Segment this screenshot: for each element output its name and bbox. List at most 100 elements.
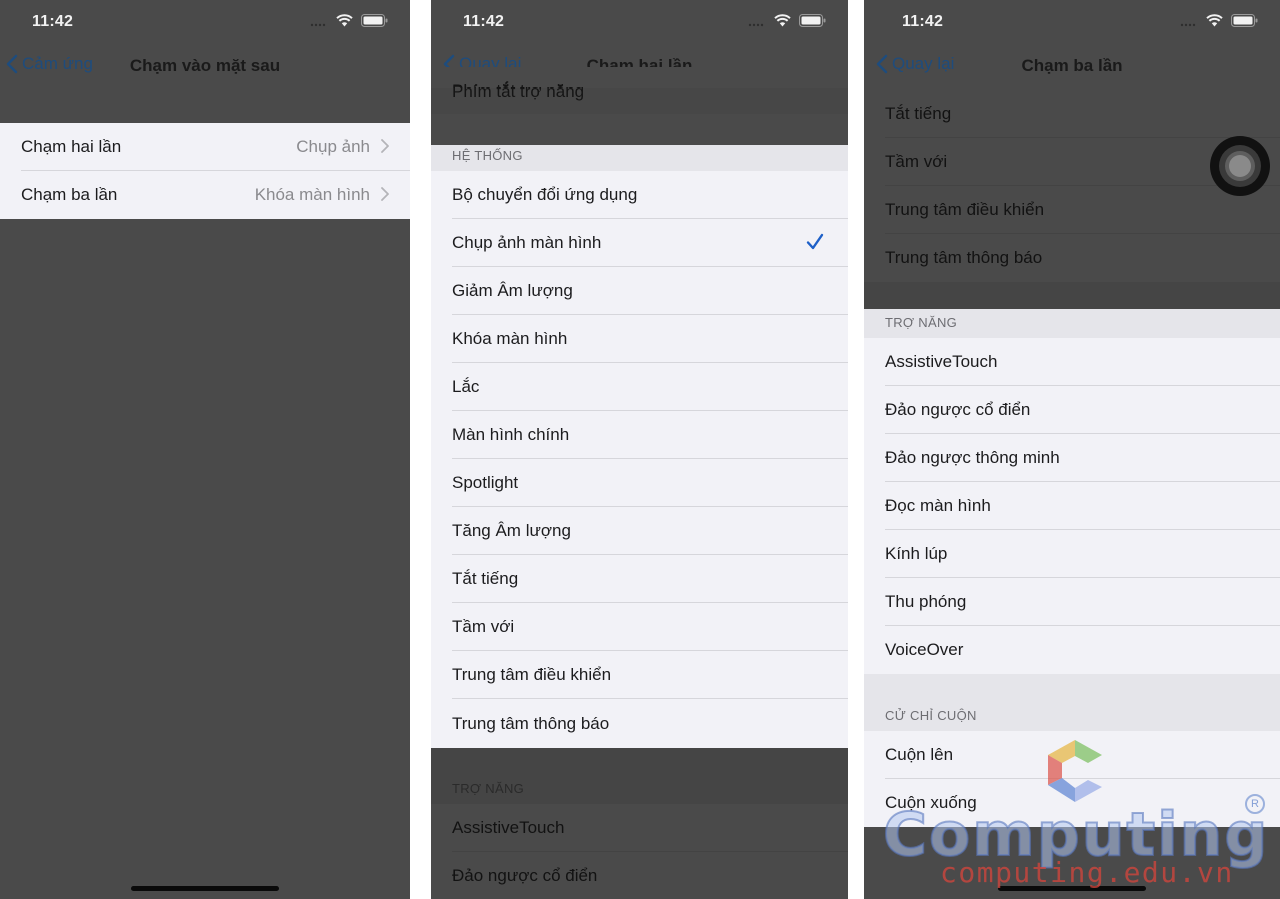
partial-row-band: Phím tắt trợ năng [431, 82, 848, 114]
section-header-scroll-gestures: CỬ CHỈ CUỘN [864, 674, 1280, 731]
list-item[interactable]: Bộ chuyển đổi ứng dụng [431, 171, 848, 219]
nav-bar: Cảm ứng Chạm vào mặt sau [0, 44, 410, 88]
row-label: Màn hình chính [452, 425, 570, 444]
list-item[interactable]: Trung tâm thông báo [431, 699, 848, 748]
list-item[interactable]: Đảo ngược cổ điển [864, 386, 1280, 434]
row-label: Kính lúp [885, 544, 948, 563]
row-label: Spotlight [452, 473, 519, 492]
section-header-accessibility: TRỢ NĂNG [431, 748, 848, 804]
list-item[interactable]: Đảo ngược thông minh [864, 434, 1280, 482]
row-label: Trung tâm điều khiển [885, 200, 1045, 219]
chevron-right-icon [381, 187, 389, 201]
list-item[interactable]: AssistiveTouch [431, 804, 848, 852]
chevron-right-icon [381, 139, 389, 153]
screen-back-tap: 11:42 Cảm ứng Chạm vào mặt sau Chạm hai … [0, 0, 410, 899]
list-item[interactable]: Đọc màn hình [864, 482, 1280, 530]
row-label: AssistiveTouch [885, 352, 998, 371]
nav-bar: Quay lại Chạm ba lần [864, 44, 1280, 88]
watermark-url: computing.edu.vn [940, 856, 1234, 889]
row-label: Tắt tiếng [452, 569, 519, 588]
row-label: Lắc [452, 377, 480, 396]
list-item[interactable]: AssistiveTouch [864, 338, 1280, 386]
row-label: Khóa màn hình [452, 329, 568, 348]
section-header-label: HỆ THỐNG [452, 148, 523, 163]
wifi-icon [336, 14, 353, 27]
list-item[interactable]: VoiceOver [864, 626, 1280, 674]
row-label: Cuộn lên [885, 745, 954, 764]
computing-logo-icon [1048, 740, 1102, 802]
row-label: Trung tâm thông báo [885, 248, 1043, 267]
status-time: 11:42 [32, 13, 74, 30]
battery-icon [361, 14, 388, 27]
battery-icon [799, 14, 826, 27]
row-value: Chụp ảnh [296, 137, 370, 156]
wifi-icon [774, 14, 791, 27]
list-item[interactable]: Giảm Âm lượng [431, 267, 848, 315]
list-item[interactable]: Trung tâm điều khiển [431, 651, 848, 699]
battery-icon [1231, 14, 1258, 27]
screen-double-tap: 11:42 Quay lại Chạm hai lần Phím tắt trợ… [431, 0, 848, 899]
row-label: VoiceOver [885, 640, 964, 659]
row-label: Giảm Âm lượng [452, 281, 573, 300]
list-item-selected[interactable]: Chụp ảnh màn hình [431, 219, 848, 267]
status-icons [1180, 14, 1258, 27]
signal-icon [310, 23, 326, 26]
section-header-label: TRỢ NĂNG [885, 315, 958, 330]
list-item[interactable]: Tắt tiếng [864, 90, 1280, 138]
list-item[interactable]: Màn hình chính [431, 411, 848, 459]
row-label: AssistiveTouch [452, 818, 565, 837]
list-item[interactable]: Kính lúp [864, 530, 1280, 578]
signal-icon [1180, 23, 1196, 26]
registered-mark: R [1245, 794, 1265, 814]
list-item[interactable]: Khóa màn hình [431, 315, 848, 363]
status-bar: 11:42 [864, 0, 1280, 44]
row-double-tap[interactable]: Chạm hai lần Chụp ảnh [0, 123, 410, 171]
status-bar: 11:42 [431, 0, 848, 44]
row-label: Thu phóng [885, 592, 967, 611]
row-label: Trung tâm điều khiển [452, 665, 612, 684]
status-bar: 11:42 [0, 0, 410, 44]
row-triple-tap[interactable]: Chạm ba lần Khóa màn hình [0, 171, 410, 219]
section-header-label: TRỢ NĂNG [452, 781, 525, 796]
list-item[interactable]: Đảo ngược cổ điển [431, 852, 848, 899]
partial-row-label: Phím tắt trợ năng [452, 82, 585, 101]
page-title: Chạm vào mặt sau [129, 56, 281, 75]
list-item[interactable]: Spotlight [431, 459, 848, 507]
row-label: Chạm hai lần [21, 137, 122, 156]
assistive-touch-icon[interactable] [1210, 136, 1270, 196]
status-time: 11:42 [902, 13, 944, 30]
row-label: Trung tâm thông báo [452, 713, 610, 733]
section-header-accessibility: TRỢ NĂNG [864, 309, 1280, 338]
signal-icon [748, 23, 764, 26]
row-label: Đảo ngược cổ điển [452, 866, 598, 885]
checkmark-icon [806, 233, 824, 250]
wifi-icon [1206, 14, 1223, 27]
section-header-system: HỆ THỐNG [431, 145, 848, 171]
status-icons [748, 14, 826, 27]
list-item[interactable]: Thu phóng [864, 578, 1280, 626]
row-label: Chụp ảnh màn hình [452, 233, 602, 252]
home-indicator [131, 886, 279, 891]
row-label: Tầm với [885, 152, 948, 171]
status-icons [310, 14, 388, 27]
list-item[interactable]: Trung tâm điều khiển [864, 186, 1280, 234]
list-item[interactable]: Tắt tiếng [431, 555, 848, 603]
row-label: Đảo ngược thông minh [885, 448, 1060, 467]
row-label: Đọc màn hình [885, 496, 991, 515]
row-label: Tầm với [452, 617, 515, 636]
page-title: Chạm ba lần [1021, 56, 1123, 75]
list-item[interactable]: Lắc [431, 363, 848, 411]
section-gap [864, 282, 1280, 309]
section-header-label: CỬ CHỈ CUỘN [885, 708, 977, 723]
row-label: Tăng Âm lượng [452, 521, 571, 540]
assistive-touch-ring-inner [1229, 155, 1251, 177]
row-value: Khóa màn hình [254, 185, 370, 204]
row-label: Tắt tiếng [885, 104, 952, 123]
row-label: Chạm ba lần [21, 185, 118, 204]
row-label: Bộ chuyển đổi ứng dụng [452, 185, 638, 204]
list-item[interactable]: Trung tâm thông báo [864, 234, 1280, 282]
list-item[interactable]: Tăng Âm lượng [431, 507, 848, 555]
list-item[interactable]: Tầm với [431, 603, 848, 651]
row-label: Đảo ngược cổ điển [885, 400, 1031, 419]
status-time: 11:42 [463, 13, 505, 30]
